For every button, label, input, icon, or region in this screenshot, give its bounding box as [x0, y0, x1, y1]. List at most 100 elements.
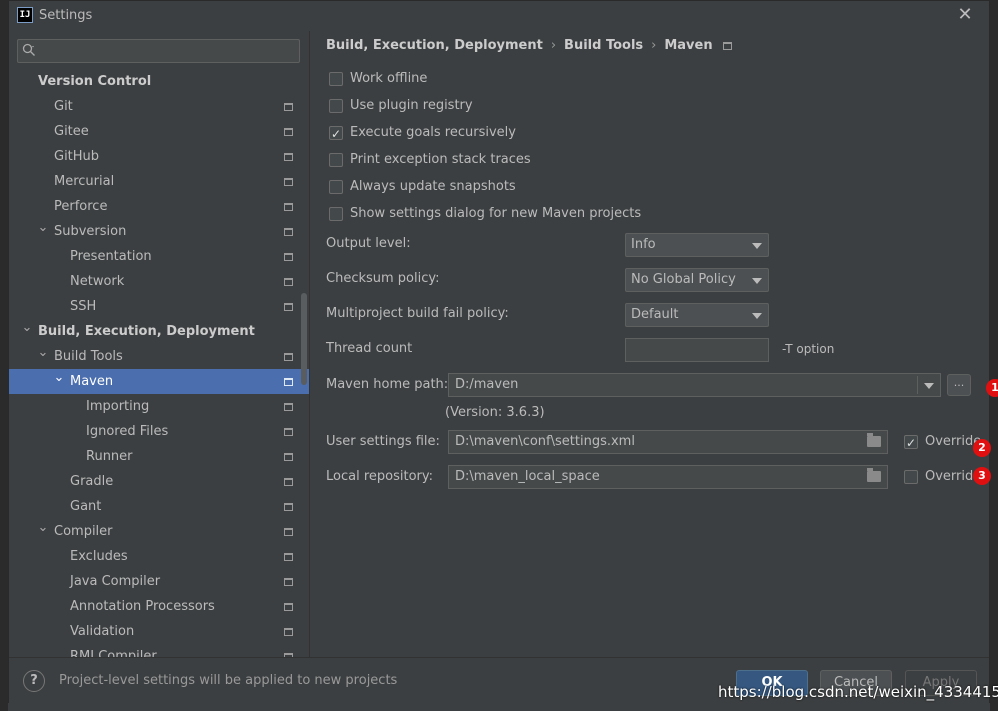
checkbox-label: Print exception stack traces — [350, 152, 531, 167]
sidebar-item-gradle[interactable]: Gradle — [9, 469, 309, 494]
project-scope-icon — [284, 128, 293, 136]
search-icon — [22, 43, 35, 56]
checkbox-box[interactable] — [329, 124, 343, 144]
sidebar-item-validation[interactable]: Validation — [9, 619, 309, 644]
sidebar-item-annotation-processors[interactable]: Annotation Processors — [9, 594, 309, 619]
sidebar-item-java-compiler[interactable]: Java Compiler — [9, 569, 309, 594]
project-scope-icon — [284, 228, 293, 236]
chevron-down-icon[interactable]: ⌄ — [37, 219, 49, 237]
checksum-policy-dropdown[interactable]: No Global Policy — [625, 268, 769, 292]
sidebar-item-ssh[interactable]: SSH — [9, 294, 309, 319]
project-scope-icon — [284, 428, 293, 436]
breadcrumb-item[interactable]: Build, Execution, Deployment — [326, 38, 543, 53]
sidebar-item-label: Gradle — [70, 474, 114, 489]
checkbox-box[interactable] — [329, 153, 343, 167]
sidebar-item-version-control[interactable]: Version Control — [9, 69, 309, 94]
local-repository-input[interactable]: D:\maven_local_space — [448, 465, 888, 489]
background-right-strip — [990, 0, 998, 711]
thread-count-label: Thread count — [326, 341, 413, 356]
checkbox-box[interactable] — [904, 470, 918, 484]
sidebar-item-label: SSH — [70, 299, 97, 314]
sidebar-item-label: Build, Execution, Deployment — [38, 324, 255, 339]
sidebar-item-network[interactable]: Network — [9, 269, 309, 294]
sidebar-item-build-tools[interactable]: ⌄ Build Tools — [9, 344, 309, 369]
folder-icon[interactable] — [867, 468, 881, 482]
project-scope-icon — [284, 578, 293, 586]
checkbox-box[interactable] — [329, 99, 343, 113]
browse-maven-home-button[interactable]: ... — [947, 374, 971, 396]
annotation-badge-2: 2 — [973, 439, 991, 457]
help-icon[interactable]: ? — [23, 670, 45, 692]
chevron-down-icon[interactable]: ⌄ — [53, 369, 65, 387]
sidebar-item-label: Java Compiler — [70, 574, 161, 589]
search-input[interactable] — [17, 39, 300, 63]
sidebar-item-label: Validation — [70, 624, 135, 639]
sidebar-item-presentation[interactable]: Presentation — [9, 244, 309, 269]
project-scope-icon — [284, 203, 293, 211]
checkbox-label: Execute goals recursively — [350, 125, 516, 140]
sidebar-item-label: Maven — [70, 374, 114, 389]
project-scope-icon — [284, 478, 293, 486]
checkbox-label: Work offline — [350, 71, 428, 86]
sidebar-item-excludes[interactable]: Excludes — [9, 544, 309, 569]
checkbox-box[interactable] — [329, 180, 343, 194]
sidebar-item-git[interactable]: Git — [9, 94, 309, 119]
sidebar-item-label: Build Tools — [54, 349, 123, 364]
sidebar-item-subversion[interactable]: ⌄ Subversion — [9, 219, 309, 244]
sidebar-scrollbar[interactable] — [301, 293, 307, 385]
sidebar-item-label: Ignored Files — [86, 424, 169, 439]
sidebar-item-label: GitHub — [54, 149, 100, 164]
chevron-down-icon[interactable]: ⌄ — [37, 519, 49, 537]
user-settings-input[interactable]: D:\maven\conf\settings.xml — [448, 430, 888, 454]
project-scope-icon — [284, 353, 293, 361]
project-scope-icon — [284, 178, 293, 186]
checkbox-label: Always update snapshots — [350, 179, 516, 194]
sidebar-item-rmi-compiler[interactable]: RMI Compiler — [9, 644, 309, 657]
breadcrumb: Build, Execution, Deployment › Build Tools… — [326, 38, 732, 53]
checksum-policy-value: No Global Policy — [631, 272, 736, 287]
breadcrumb-item[interactable]: Build Tools — [564, 38, 643, 53]
checkbox-box[interactable] — [329, 72, 343, 86]
sidebar-item-label: Excludes — [70, 549, 128, 564]
sidebar-item-label: Runner — [86, 449, 133, 464]
sidebar-item-perforce[interactable]: Perforce — [9, 194, 309, 219]
project-scope-icon — [284, 603, 293, 611]
sidebar-item-runner[interactable]: Runner — [9, 444, 309, 469]
sidebar-item-maven[interactable]: ⌄ Maven — [9, 369, 309, 394]
sidebar-item-mercurial[interactable]: Mercurial — [9, 169, 309, 194]
dropdown-separator — [917, 376, 918, 394]
folder-icon[interactable] — [867, 433, 881, 447]
close-icon[interactable]: ✕ — [955, 5, 975, 25]
multiproject-fail-value: Default — [631, 307, 679, 322]
maven-home-combo[interactable]: D:/maven — [448, 373, 941, 397]
chevron-down-icon[interactable] — [924, 383, 934, 389]
settings-tree: Version Control Git Gitee GitHub Mercurial Pe… — [9, 69, 309, 657]
chevron-down-icon — [752, 243, 762, 249]
user-settings-value: D:\maven\conf\settings.xml — [455, 434, 635, 449]
chevron-down-icon[interactable]: ⌄ — [37, 344, 49, 362]
sidebar-item-label: Importing — [86, 399, 150, 414]
checkbox-box[interactable] — [329, 207, 343, 221]
output-level-dropdown[interactable]: Info — [625, 233, 769, 257]
multiproject-fail-dropdown[interactable]: Default — [625, 303, 769, 327]
sidebar-item-gant[interactable]: Gant — [9, 494, 309, 519]
sidebar-item-importing[interactable]: Importing — [9, 394, 309, 419]
project-scope-icon — [284, 103, 293, 111]
sidebar-item-build-execution-deployment[interactable]: ⌄ Build, Execution, Deployment — [9, 319, 309, 344]
sidebar-item-label: Gant — [70, 499, 102, 514]
project-scope-icon — [284, 153, 293, 161]
sidebar-item-ignored-files[interactable]: Ignored Files — [9, 419, 309, 444]
maven-version-text: (Version: 3.6.3) — [445, 405, 545, 420]
sidebar-item-github[interactable]: GitHub — [9, 144, 309, 169]
sidebar-item-label: Network — [70, 274, 125, 289]
settings-dialog: IJ Settings ✕ Version Control Git Gitee Git… — [8, 0, 998, 704]
chevron-down-icon — [752, 278, 762, 284]
checkbox-box[interactable] — [904, 433, 918, 453]
sidebar-item-gitee[interactable]: Gitee — [9, 119, 309, 144]
thread-count-hint: -T option — [782, 342, 835, 356]
intellij-app-icon: IJ — [17, 7, 33, 23]
chevron-down-icon[interactable]: ⌄ — [21, 319, 33, 337]
thread-count-input[interactable] — [625, 338, 769, 362]
sidebar-item-compiler[interactable]: ⌄ Compiler — [9, 519, 309, 544]
title-bar: IJ Settings ✕ — [9, 1, 989, 31]
